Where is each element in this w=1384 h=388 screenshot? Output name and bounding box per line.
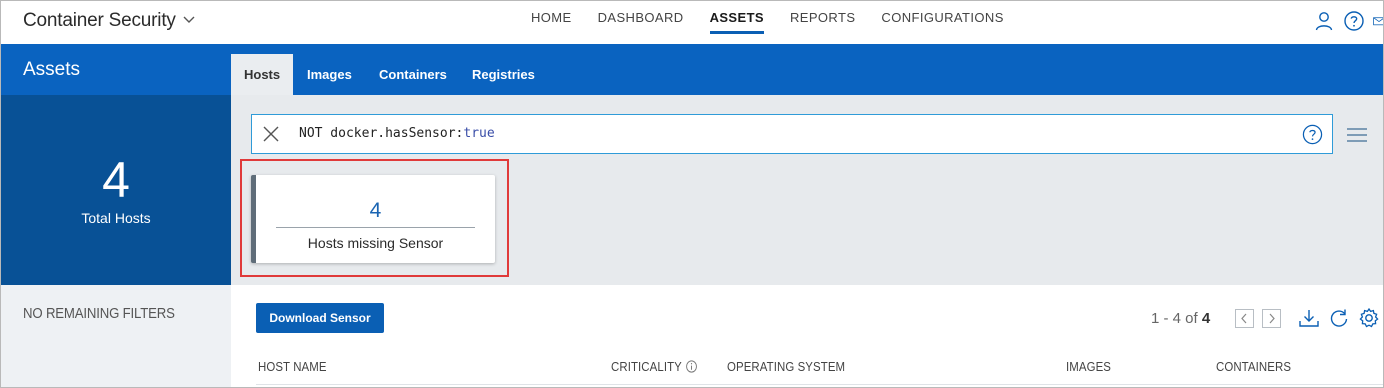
column-operating-system[interactable]: OPERATING SYSTEM xyxy=(727,359,845,374)
menu-icon[interactable] xyxy=(1346,127,1368,143)
sidebar-title: Assets xyxy=(23,59,81,80)
search-area: NOT docker.hasSensor:true 4 Hosts missin… xyxy=(231,95,1383,285)
download-icon[interactable] xyxy=(1298,307,1320,329)
search-query-value: true xyxy=(463,126,495,141)
filters-panel: NO REMAINING FILTERS xyxy=(1,285,231,387)
next-page-button[interactable] xyxy=(1262,309,1281,328)
search-input[interactable]: NOT docker.hasSensor:true xyxy=(251,114,1333,154)
help-icon[interactable] xyxy=(1343,10,1365,32)
paging-info: 1 - 4 of 4 xyxy=(1151,310,1210,327)
paging-total: 4 xyxy=(1201,310,1211,327)
chevron-left-icon xyxy=(1241,313,1247,324)
hosts-content: Download Sensor 1 - 4 of 4 HOST NAME CRI… xyxy=(231,285,1383,387)
download-sensor-button[interactable]: Download Sensor xyxy=(256,303,384,333)
nav-home[interactable]: HOME xyxy=(531,10,572,34)
nav-dashboard[interactable]: DASHBOARD xyxy=(598,10,684,34)
card-divider xyxy=(276,227,475,228)
tab-registries[interactable]: Registries xyxy=(472,54,535,95)
tab-containers[interactable]: Containers xyxy=(379,54,447,95)
no-filters-text: NO REMAINING FILTERS xyxy=(23,305,175,322)
search-query-key: NOT docker.hasSensor: xyxy=(299,126,464,141)
search-help-icon[interactable] xyxy=(1302,124,1323,145)
card-count: 4 xyxy=(369,199,382,222)
asset-tabs: Hosts Images Containers Registries xyxy=(231,44,1383,95)
nav-configurations[interactable]: CONFIGURATIONS xyxy=(881,10,1003,34)
card-label: Hosts missing Sensor xyxy=(307,235,444,251)
gear-icon[interactable] xyxy=(1358,307,1380,329)
sidebar-header: Assets xyxy=(1,44,231,95)
chevron-down-icon[interactable] xyxy=(181,12,197,28)
nav-assets[interactable]: ASSETS xyxy=(709,10,764,34)
clear-search-icon[interactable] xyxy=(262,125,280,143)
tab-images[interactable]: Images xyxy=(307,54,352,95)
app-title[interactable]: Container Security xyxy=(23,10,176,32)
column-host-name[interactable]: HOST NAME xyxy=(258,359,327,374)
total-hosts-label: Total Hosts xyxy=(81,210,151,226)
top-icons xyxy=(1305,10,1384,32)
total-hosts-count: 4 xyxy=(102,152,130,208)
table-header-divider xyxy=(256,384,1383,385)
app-window: Container Security HOME DASHBOARD ASSETS… xyxy=(0,0,1384,388)
main-nav: HOME DASHBOARD ASSETS REPORTS CONFIGURAT… xyxy=(531,10,1030,34)
nav-reports[interactable]: REPORTS xyxy=(790,10,855,34)
top-bar: Container Security HOME DASHBOARD ASSETS… xyxy=(1,1,1384,44)
search-query[interactable]: NOT docker.hasSensor:true xyxy=(299,126,495,141)
total-hosts-summary: 4 Total Hosts xyxy=(1,95,231,285)
column-criticality[interactable]: CRITICALITY xyxy=(611,359,697,374)
mail-icon[interactable] xyxy=(1373,10,1384,32)
chevron-right-icon xyxy=(1269,313,1275,324)
info-icon[interactable] xyxy=(685,360,697,373)
column-containers[interactable]: CONTAINERS xyxy=(1216,359,1291,374)
column-images[interactable]: IMAGES xyxy=(1066,359,1111,374)
prev-page-button[interactable] xyxy=(1235,309,1254,328)
tab-hosts[interactable]: Hosts xyxy=(231,54,294,95)
refresh-icon[interactable] xyxy=(1328,307,1350,329)
column-criticality-label: CRITICALITY xyxy=(611,359,682,374)
paging-range: 1 - 4 of xyxy=(1151,310,1202,327)
hosts-missing-sensor-card[interactable]: 4 Hosts missing Sensor xyxy=(251,175,495,263)
user-icon[interactable] xyxy=(1313,10,1335,32)
